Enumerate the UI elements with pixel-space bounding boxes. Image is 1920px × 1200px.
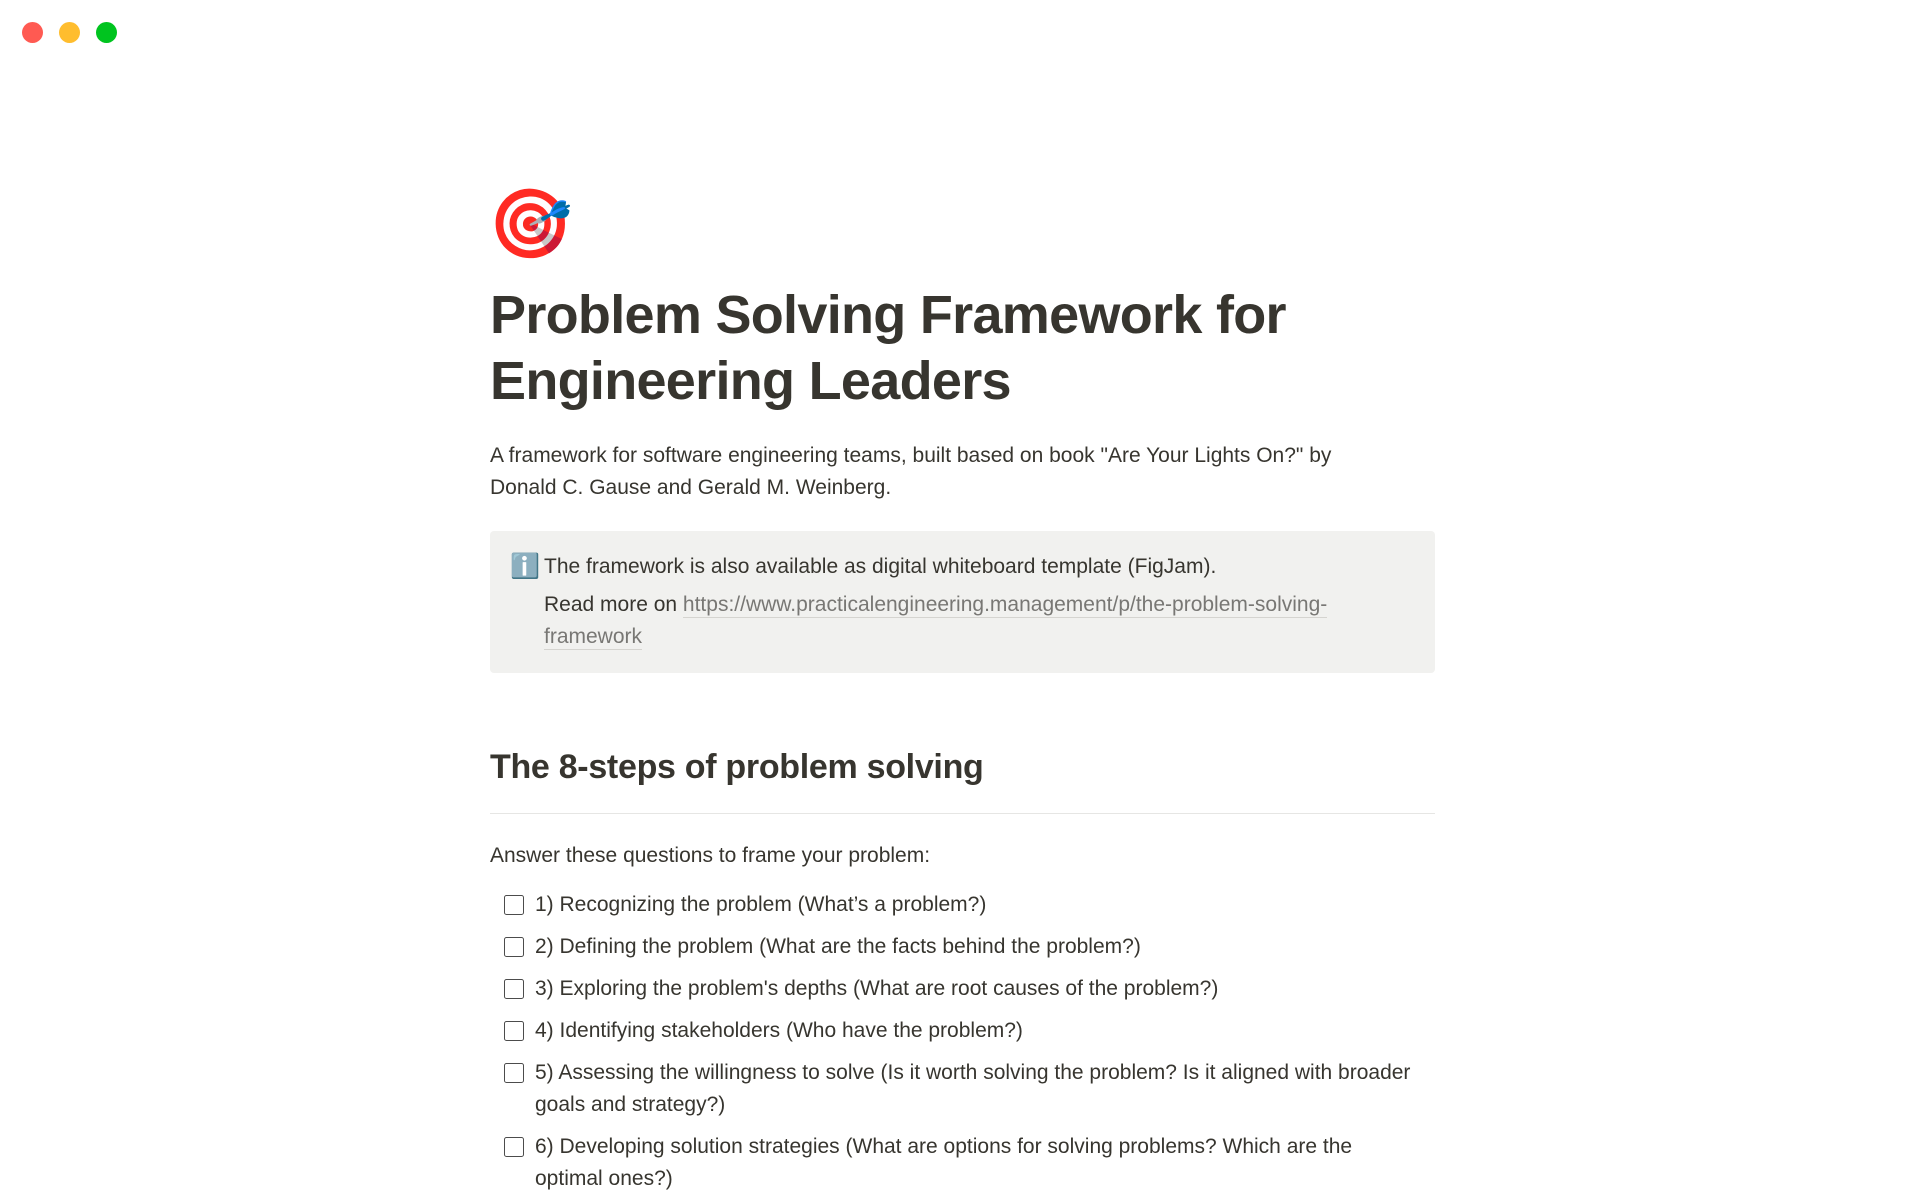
checkbox-icon[interactable]	[504, 895, 524, 915]
checklist-item[interactable]: 4) Identifying stakeholders (Who have th…	[490, 1010, 1435, 1052]
steps-checklist: 1) Recognizing the problem (What’s a pro…	[490, 884, 1435, 1200]
close-button[interactable]	[22, 22, 43, 43]
page-subtitle[interactable]: A framework for software engineering tea…	[490, 440, 1390, 504]
maximize-button[interactable]	[96, 22, 117, 43]
checklist-item[interactable]: 2) Defining the problem (What are the fa…	[490, 926, 1435, 968]
callout-body: The framework is also available as digit…	[544, 551, 1415, 653]
checkbox-icon[interactable]	[504, 1137, 524, 1157]
checklist-item-label[interactable]: 2) Defining the problem (What are the fa…	[535, 931, 1415, 963]
checklist-item[interactable]: 1) Recognizing the problem (What’s a pro…	[490, 884, 1435, 926]
checkbox-icon[interactable]	[504, 979, 524, 999]
checklist-item[interactable]: 3) Exploring the problem's depths (What …	[490, 968, 1435, 1010]
callout-line-secondary: Read more on https://www.practicalengine…	[544, 589, 1415, 653]
checklist-item-label[interactable]: 5) Assessing the willingness to solve (I…	[535, 1057, 1415, 1121]
read-more-label: Read more on	[544, 593, 683, 616]
information-emoji: ℹ️	[510, 553, 540, 580]
window-titlebar	[0, 0, 1920, 72]
page-title[interactable]: Problem Solving Framework for Engineerin…	[490, 282, 1290, 414]
dart-target-emoji[interactable]: 🎯	[488, 182, 1435, 270]
checklist-item-label[interactable]: 4) Identifying stakeholders (Who have th…	[535, 1015, 1415, 1047]
checklist-item[interactable]: 5) Assessing the willingness to solve (I…	[490, 1052, 1435, 1126]
section-heading[interactable]: The 8-steps of problem solving	[490, 745, 1435, 789]
info-callout[interactable]: ℹ️ The framework is also available as di…	[490, 531, 1435, 673]
window-controls	[22, 22, 117, 43]
minimize-button[interactable]	[59, 22, 80, 43]
checklist-intro[interactable]: Answer these questions to frame your pro…	[490, 840, 1435, 872]
document-page: 🎯 Problem Solving Framework for Engineer…	[0, 0, 1920, 1200]
checklist-item-label[interactable]: 1) Recognizing the problem (What’s a pro…	[535, 889, 1415, 921]
checklist-item-label[interactable]: 3) Exploring the problem's depths (What …	[535, 973, 1415, 1005]
callout-line-primary: The framework is also available as digit…	[544, 555, 1217, 578]
checkbox-icon[interactable]	[504, 1021, 524, 1041]
document-content: 🎯 Problem Solving Framework for Engineer…	[488, 182, 1435, 1200]
checkbox-icon[interactable]	[504, 937, 524, 957]
section-divider	[490, 813, 1435, 814]
checklist-item-label[interactable]: 6) Developing solution strategies (What …	[535, 1131, 1415, 1195]
checklist-item[interactable]: 6) Developing solution strategies (What …	[490, 1126, 1435, 1200]
checkbox-icon[interactable]	[504, 1063, 524, 1083]
